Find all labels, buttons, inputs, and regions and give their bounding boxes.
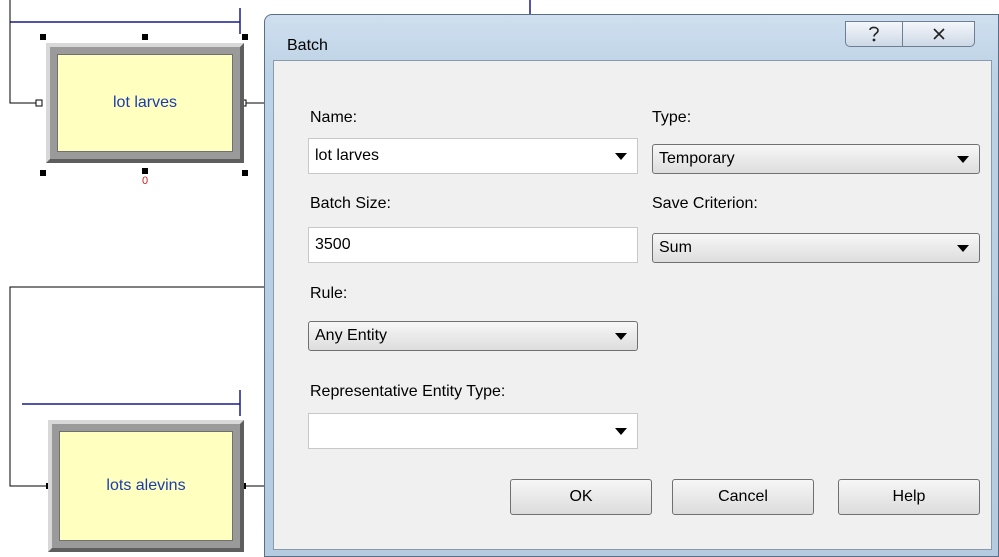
rule-value: Any Entity [315,327,388,344]
selection-handle[interactable] [242,34,248,40]
batch-size-label: Batch Size: [310,195,391,212]
help-button[interactable]: Help [838,479,980,515]
dialog-title: Batch [287,37,328,54]
type-dropdown[interactable]: Temporary [652,144,980,174]
ok-button[interactable]: OK [510,479,652,515]
batch-size-value: 3500 [315,236,351,253]
cancel-button[interactable]: Cancel [672,479,814,515]
chevron-down-icon [615,333,627,340]
context-help-button[interactable] [845,21,903,47]
module-label: lot larves [57,54,233,152]
representative-entity-type-combobox[interactable] [308,413,638,449]
dialog-body: Name: lot larves Type: Temporary Batch S… [273,60,992,550]
save-criterion-label: Save Criterion: [652,195,758,212]
type-label: Type: [652,109,692,126]
selection-handle[interactable] [40,170,46,176]
question-mark-icon [869,26,879,42]
chevron-down-icon[interactable] [615,428,627,435]
close-button[interactable] [903,21,975,47]
chevron-down-icon[interactable] [615,153,627,160]
module-label: lots alevins [59,431,233,541]
chevron-down-icon [957,245,969,252]
name-combobox[interactable]: lot larves [308,138,638,174]
chevron-down-icon [957,156,969,163]
selection-handle[interactable] [40,34,46,40]
batch-module-lot-larves[interactable]: lot larves [46,43,244,163]
selection-handle[interactable] [142,34,148,40]
selection-handle[interactable] [142,168,148,174]
save-criterion-dropdown[interactable]: Sum [652,233,980,263]
selection-handle[interactable] [242,170,248,176]
close-x-icon [932,28,945,40]
module-lots-alevins[interactable]: lots alevins [48,420,244,552]
rule-dropdown[interactable]: Any Entity [308,321,638,351]
batch-size-input[interactable]: 3500 [308,227,638,263]
type-value: Temporary [659,150,735,167]
animation-counter: 0 [142,175,149,187]
batch-dialog: Batch Name: lot larves Type: Temporary B… [264,14,999,557]
save-criterion-value: Sum [659,239,692,256]
representative-entity-type-label: Representative Entity Type: [310,383,506,400]
rule-label: Rule: [310,285,348,302]
name-value: lot larves [315,147,380,164]
name-label: Name: [310,109,358,126]
